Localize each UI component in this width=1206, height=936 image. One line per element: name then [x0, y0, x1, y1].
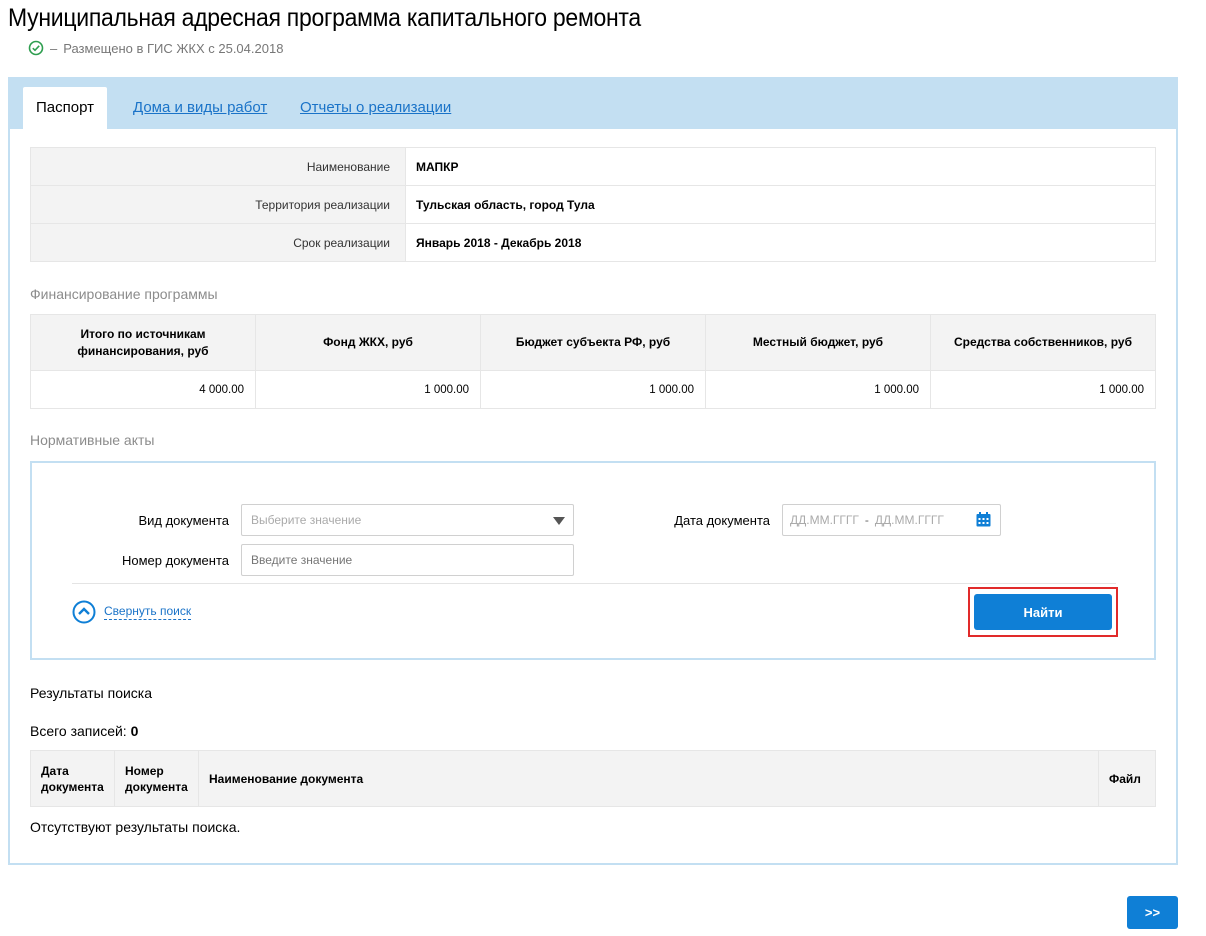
chevron-up-circle-icon: [72, 600, 96, 624]
column-header: Фонд ЖКХ, руб: [255, 314, 481, 371]
doc-date-label: Дата документа: [674, 513, 770, 528]
passport-table: Наименование МАПКР Территория реализации…: [30, 147, 1156, 262]
chevron-down-icon: [553, 517, 565, 525]
collapse-search-toggle[interactable]: Свернуть поиск: [72, 600, 192, 624]
passport-label: Наименование: [30, 147, 406, 186]
status-text: Размещено в ГИС ЖКХ с 25.04.2018: [63, 40, 284, 56]
doc-type-select[interactable]: Выберите значение: [241, 504, 574, 536]
table-header-row: Итого по источникам финансирования, руб …: [30, 314, 1156, 371]
next-page-button[interactable]: >>: [1127, 896, 1178, 929]
tab-bar: Паспорт Дома и виды работ Отчеты о реали…: [10, 79, 1176, 129]
table-row: 4 000.00 1 000.00 1 000.00 1 000.00 1 00…: [30, 370, 1156, 409]
passport-value: Тульская область, город Тула: [405, 185, 1156, 224]
total-count: 0: [130, 723, 139, 739]
collapse-search-label: Свернуть поиск: [104, 604, 192, 620]
column-header-number[interactable]: Номер документа: [114, 750, 199, 807]
financing-value: 1 000.00: [255, 370, 481, 409]
financing-value: 1 000.00: [705, 370, 931, 409]
doc-type-label: Вид документа: [138, 513, 229, 528]
empty-results-text: Отсутствуют результаты поиска.: [30, 819, 241, 835]
financing-title: Финансирование программы: [30, 286, 218, 302]
check-circle-icon: [28, 40, 44, 56]
column-header: Местный бюджет, руб: [705, 314, 931, 371]
total-label: Всего записей:: [30, 723, 127, 739]
column-header: Средства собственников, руб: [930, 314, 1156, 371]
financing-value: 1 000.00: [480, 370, 706, 409]
passport-value: МАПКР: [405, 147, 1156, 186]
passport-value: Январь 2018 - Декабрь 2018: [405, 223, 1156, 262]
table-row: Наименование МАПКР: [30, 147, 1156, 186]
table-header-row: Дата документа Номер документа Наименова…: [30, 750, 1156, 807]
page-title: Муниципальная адресная программа капитал…: [8, 4, 641, 32]
column-header-file[interactable]: Файл: [1098, 750, 1156, 807]
results-title: Результаты поиска: [30, 685, 153, 701]
table-row: Территория реализации Тульская область, …: [30, 185, 1156, 224]
doc-date-range-input[interactable]: ДД.ММ.ГГГГ - ДД.ММ.ГГГГ: [782, 504, 1001, 536]
program-card: Паспорт Дома и виды работ Отчеты о реали…: [8, 77, 1178, 865]
tab-implementation-reports[interactable]: Отчеты о реализации: [300, 87, 451, 129]
normative-acts-title: Нормативные акты: [30, 432, 155, 448]
table-row: Срок реализации Январь 2018 - Декабрь 20…: [30, 223, 1156, 262]
tab-houses-and-works[interactable]: Дома и виды работ: [133, 87, 267, 129]
financing-table: Итого по источникам финансирования, руб …: [30, 314, 1156, 409]
date-range-separator: -: [864, 513, 869, 527]
find-button-highlight: Найти: [968, 587, 1118, 637]
calendar-icon[interactable]: [976, 512, 991, 527]
divider: [72, 583, 1116, 584]
date-from-placeholder: ДД.ММ.ГГГГ: [790, 513, 859, 527]
status-dash: –: [50, 40, 58, 56]
find-button[interactable]: Найти: [974, 594, 1112, 630]
results-table: Дата документа Номер документа Наименова…: [30, 750, 1156, 807]
search-panel: Вид документа Выберите значение Номер до…: [30, 461, 1156, 660]
column-header-name[interactable]: Наименование документа: [198, 750, 1099, 807]
doc-number-input[interactable]: [241, 544, 574, 576]
column-header: Бюджет субъекта РФ, руб: [480, 314, 706, 371]
date-to-placeholder: ДД.ММ.ГГГГ: [874, 513, 944, 527]
passport-label: Срок реализации: [30, 223, 406, 262]
financing-value: 4 000.00: [30, 370, 256, 409]
status-line: – Размещено в ГИС ЖКХ с 25.04.2018: [28, 40, 283, 56]
total-records: Всего записей: 0: [30, 723, 138, 739]
column-header: Итого по источникам финансирования, руб: [30, 314, 256, 371]
passport-label: Территория реализации: [30, 185, 406, 224]
doc-number-label: Номер документа: [121, 553, 229, 568]
column-header-date[interactable]: Дата документа: [30, 750, 115, 807]
doc-type-placeholder: Выберите значение: [251, 513, 362, 527]
financing-value: 1 000.00: [930, 370, 1156, 409]
tab-passport[interactable]: Паспорт: [23, 87, 107, 129]
